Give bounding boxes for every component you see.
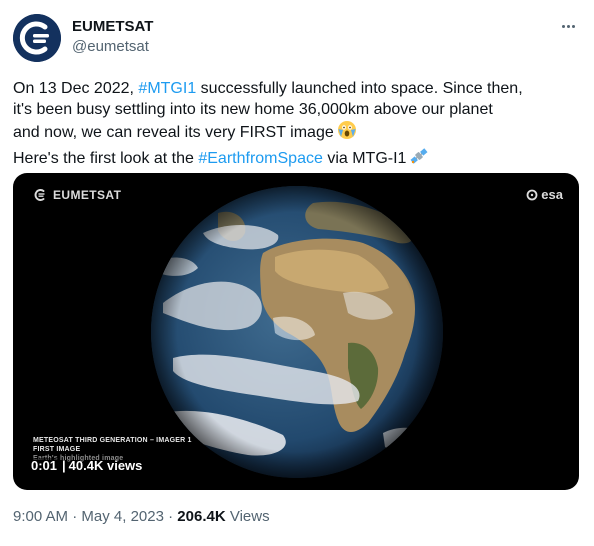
eumetsat-logo-icon	[13, 14, 61, 62]
video-view-count: 40.4K views	[68, 458, 143, 473]
video-eumetsat-watermark: EUMETSAT	[33, 188, 121, 202]
more-options-button[interactable]	[558, 18, 578, 34]
tweet-card: EUMETSAT @eumetsat On 13 Dec 2022, #MTGI…	[0, 0, 594, 546]
author-handle[interactable]: @eumetsat	[72, 37, 153, 57]
author-avatar[interactable]	[13, 14, 61, 62]
tweet-view-count: 206.4K	[177, 508, 226, 525]
tweet-date-link[interactable]: May 4, 2023	[81, 508, 164, 525]
tweet-text-fragment: On 13 Dec 2022,	[13, 80, 139, 97]
tweet-text-fragment: and now, we can reveal its very FIRST im…	[13, 124, 334, 141]
video-eumetsat-label: EUMETSAT	[53, 188, 122, 202]
tweet-line-2: it's been busy settling into its new hom…	[13, 101, 493, 118]
more-options-icon	[566, 24, 570, 28]
tweet-views-label: Views	[229, 508, 270, 525]
tweet-text-fragment: successfully launched into space. Since …	[196, 80, 523, 97]
video-caption-line: FIRST IMAGE	[33, 446, 81, 453]
video-esa-watermark: esa	[526, 187, 563, 202]
tweet-text-fragment: via MTG-I1	[322, 150, 407, 167]
tweet-metadata: 9:00 AM · May 4, 2023 · 206.4K Views	[13, 507, 270, 527]
esa-logo-icon	[526, 189, 538, 200]
tweet-line-1: On 13 Dec 2022, #MTGI1 successfully laun…	[13, 78, 581, 99]
tweet-time-link[interactable]: 9:00 AM	[13, 508, 68, 525]
video-esa-label: esa	[541, 187, 563, 202]
screaming-face-emoji-icon	[337, 120, 357, 146]
satellite-emoji-icon	[409, 146, 429, 172]
tweet-text-fragment: Here's the first look at the	[13, 150, 199, 167]
more-options-icon	[571, 24, 575, 28]
more-options-icon	[561, 24, 565, 28]
hashtag-link-mtgi1[interactable]: #MTGI1	[138, 80, 196, 97]
tweet-text: On 13 Dec 2022, #MTGI1 successfully laun…	[13, 78, 581, 172]
video-player[interactable]: EUMETSAT esa METEOSAT THIRD GENERATION –…	[13, 173, 579, 490]
video-stats-separator: |	[62, 458, 66, 473]
video-timestamp: 0:01	[29, 458, 60, 474]
author-display-name[interactable]: EUMETSAT	[72, 17, 153, 37]
hashtag-link-earthfromspace[interactable]: #EarthfromSpace	[198, 150, 323, 167]
eumetsat-logo-icon	[34, 189, 45, 201]
tweet-line-4: Here's the first look at the #EarthfromS…	[13, 146, 581, 172]
tweet-line-3: and now, we can reveal its very FIRST im…	[13, 120, 581, 146]
author-info: EUMETSAT @eumetsat	[72, 17, 153, 57]
video-stats: 0:01 | 40.4K views	[29, 458, 142, 474]
meta-separator: ·	[72, 508, 78, 525]
video-caption-line: METEOSAT THIRD GENERATION – IMAGER 1	[33, 437, 192, 444]
meta-separator: ·	[168, 508, 174, 525]
